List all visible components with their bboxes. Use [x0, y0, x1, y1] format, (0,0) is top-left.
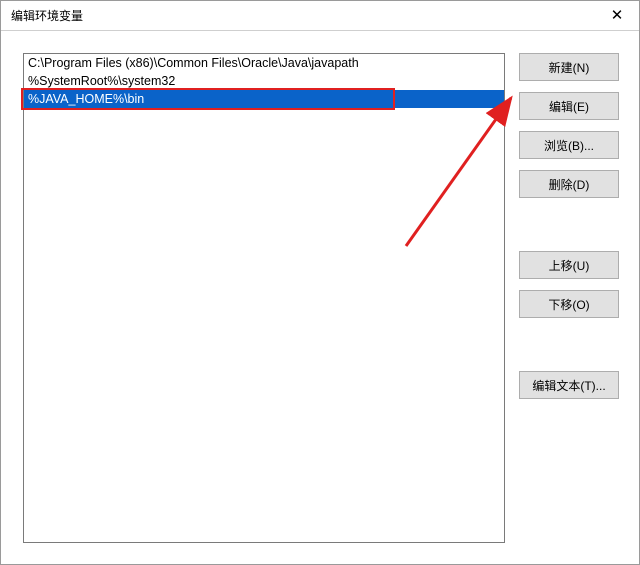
- edit-button[interactable]: 编辑(E): [519, 92, 619, 120]
- list-item[interactable]: C:\Program Files (x86)\Common Files\Orac…: [24, 54, 504, 72]
- delete-button[interactable]: 删除(D): [519, 170, 619, 198]
- path-listbox[interactable]: C:\Program Files (x86)\Common Files\Orac…: [23, 53, 505, 543]
- browse-button[interactable]: 浏览(B)...: [519, 131, 619, 159]
- close-icon: ✕: [611, 8, 624, 23]
- content-area: C:\Program Files (x86)\Common Files\Orac…: [1, 31, 639, 564]
- moveup-button[interactable]: 上移(U): [519, 251, 619, 279]
- edittext-button[interactable]: 编辑文本(T)...: [519, 371, 619, 399]
- list-item[interactable]: %SystemRoot%\system32: [24, 72, 504, 90]
- close-button[interactable]: ✕: [595, 1, 639, 31]
- list-item-selected[interactable]: %JAVA_HOME%\bin: [24, 90, 504, 108]
- window-title: 编辑环境变量: [11, 7, 83, 24]
- titlebar: 编辑环境变量 ✕: [1, 1, 639, 31]
- movedown-button[interactable]: 下移(O): [519, 290, 619, 318]
- dialog-window: 编辑环境变量 ✕ C:\Program Files (x86)\Common F…: [0, 0, 640, 565]
- button-column: 新建(N) 编辑(E) 浏览(B)... 删除(D) 上移(U) 下移(O) 编…: [519, 53, 619, 544]
- new-button[interactable]: 新建(N): [519, 53, 619, 81]
